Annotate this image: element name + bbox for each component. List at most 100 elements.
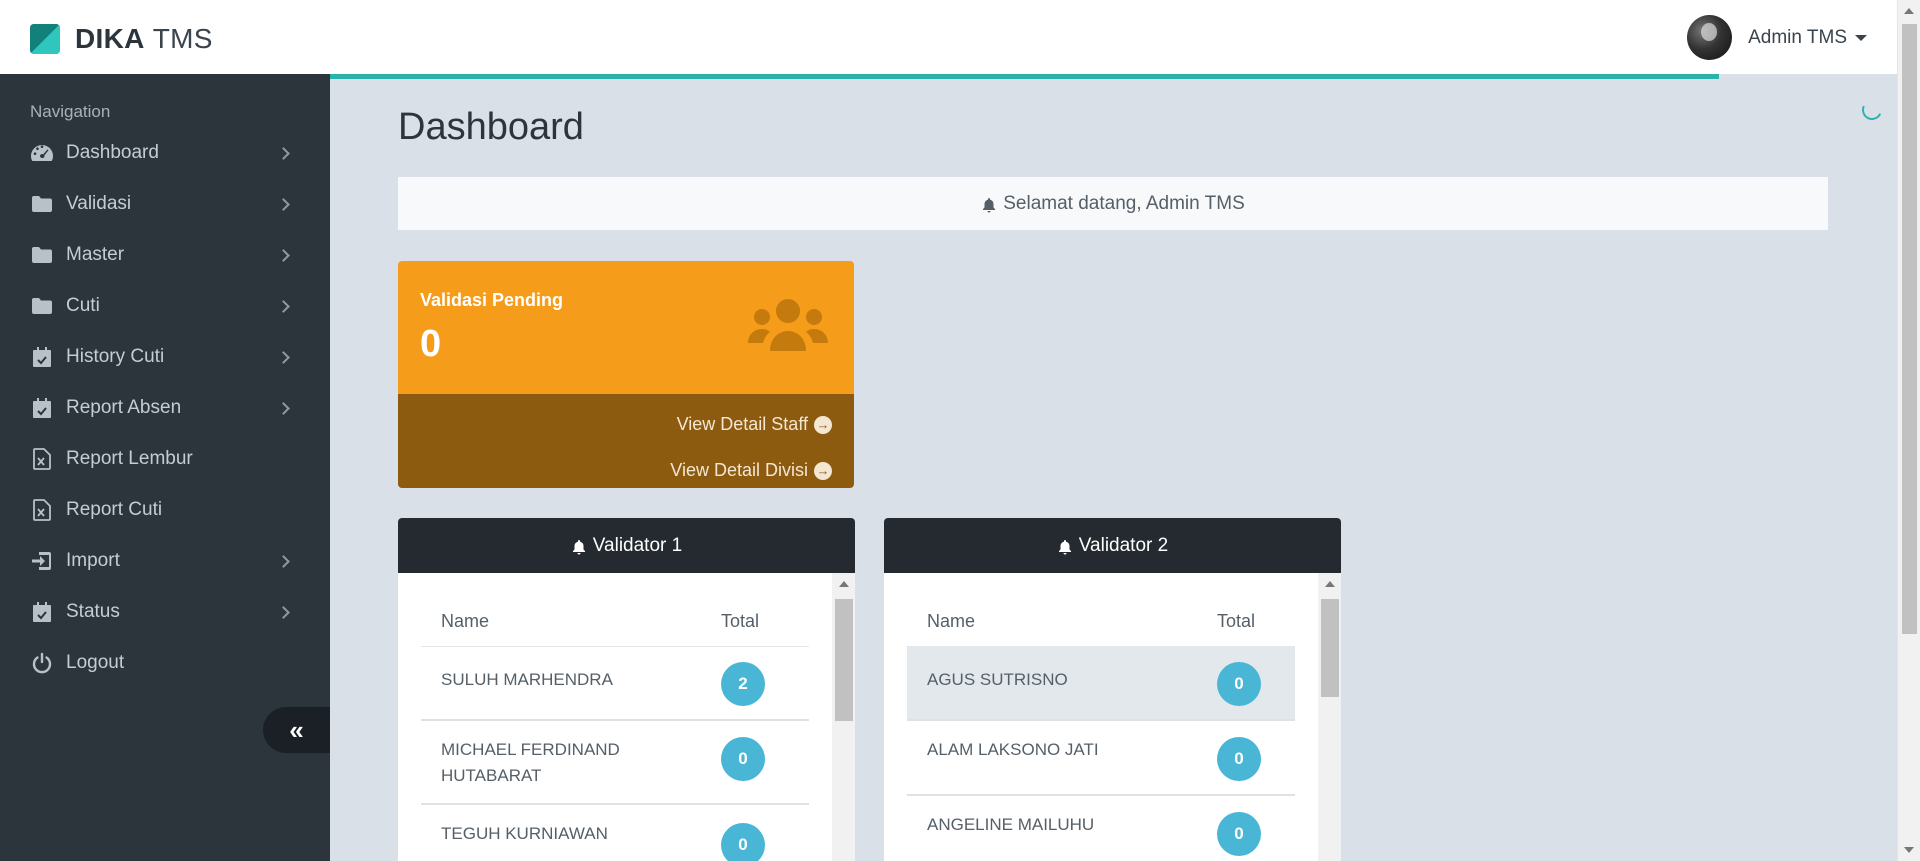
sidebar-item-report-absen[interactable]: Report Absen (0, 384, 330, 432)
page-load-progress-bar (330, 74, 1719, 79)
table-row[interactable]: AGUS SUTRISNO 0 (907, 647, 1295, 721)
validator-2-panel: Validator 2 Name Total AGUS SUTRISNO 0 A… (884, 518, 1341, 861)
brand-logo[interactable]: DIKA TMS (30, 23, 213, 55)
row-name: ANGELINE MAILUHU (927, 815, 1095, 834)
chevron-right-icon (277, 299, 290, 313)
scrollbar-thumb[interactable] (1902, 24, 1917, 634)
sidebar-item-label: Dashboard (66, 142, 159, 163)
total-badge: 2 (721, 662, 765, 706)
calendar-check-icon (30, 345, 54, 369)
table-header: Name Total (907, 595, 1295, 647)
user-name[interactable]: Admin TMS (1748, 27, 1847, 49)
sidebar-item-cuti[interactable]: Cuti (0, 282, 330, 330)
page-title: Dashboard (398, 106, 584, 148)
sidebar-item-master[interactable]: Master (0, 231, 330, 279)
bell-icon (571, 539, 585, 554)
chevron-right-icon (277, 605, 290, 619)
sidebar-item-label: Report Absen (66, 397, 182, 418)
sidebar-item-history-cuti[interactable]: History Cuti (0, 333, 330, 381)
panel-header: Validator 1 (398, 518, 855, 573)
table-row[interactable]: SULUH MARHENDRA 2 (421, 647, 809, 721)
welcome-alert: Selamat datang, Admin TMS (398, 177, 1828, 230)
scroll-up-arrow-icon[interactable] (839, 581, 849, 587)
table-header: Name Total (421, 595, 809, 647)
total-badge: 0 (721, 737, 765, 781)
sidebar-collapse-button[interactable]: « (263, 707, 330, 753)
panel-body[interactable]: Name Total SULUH MARHENDRA 2 MICHAEL FER… (398, 573, 855, 861)
chevron-right-icon (277, 197, 290, 211)
column-header-total: Total (1217, 611, 1256, 631)
user-menu[interactable]: Admin TMS (1687, 15, 1867, 60)
table-row[interactable]: TEGUH KURNIAWAN 0 (421, 805, 809, 861)
sidebar: Navigation Dashboard Validasi Master Cut… (0, 74, 330, 861)
sidebar-item-import[interactable]: Import (0, 537, 330, 585)
stat-card-footer: View Detail Staff → View Detail Divisi → (398, 394, 854, 488)
sidebar-item-logout[interactable]: Logout (0, 639, 330, 687)
logo-icon (30, 24, 60, 54)
avatar[interactable] (1687, 15, 1733, 60)
total-badge: 0 (1217, 662, 1261, 706)
scrollbar-thumb[interactable] (1321, 599, 1339, 697)
brand-name: DIKA TMS (75, 23, 213, 54)
link-label: View Detail Divisi (670, 460, 808, 480)
chevron-right-icon (277, 350, 290, 364)
sidebar-item-status[interactable]: Status (0, 588, 330, 636)
column-header-total: Total (721, 611, 760, 631)
row-name: MICHAEL FERDINAND HUTABARAT (441, 740, 620, 785)
caret-down-icon[interactable] (1855, 34, 1867, 41)
folder-icon (30, 294, 54, 318)
panel-title: Validator 1 (592, 534, 683, 556)
folder-icon (30, 243, 54, 267)
arrow-circle-right-icon: → (814, 415, 832, 434)
validator-1-panel: Validator 1 Name Total SULUH MARHENDRA 2… (398, 518, 855, 861)
sidebar-item-dashboard[interactable]: Dashboard (0, 129, 330, 177)
sidebar-item-label: Import (66, 550, 120, 571)
sidebar-item-label: Validasi (66, 193, 132, 214)
scroll-up-arrow-icon[interactable] (1325, 581, 1335, 587)
sidebar-item-label: Status (66, 601, 120, 622)
link-label: View Detail Staff (676, 414, 808, 434)
total-badge: 0 (1217, 737, 1261, 781)
table-row[interactable]: ANGELINE MAILUHU 0 (907, 796, 1295, 861)
row-name: SULUH MARHENDRA (441, 670, 613, 689)
folder-icon (30, 192, 54, 216)
calendar-check-icon (30, 396, 54, 420)
stat-title: Validasi Pending (420, 290, 564, 310)
bell-icon (1057, 539, 1071, 554)
sidebar-item-report-cuti[interactable]: Report Cuti (0, 486, 330, 534)
total-badge: 0 (1217, 812, 1261, 856)
scrollbar-thumb[interactable] (835, 599, 853, 721)
total-badge: 0 (721, 823, 765, 861)
chevron-right-icon (277, 146, 290, 160)
sidebar-item-label: Cuti (66, 295, 100, 316)
column-header-name: Name (441, 611, 490, 631)
page-scrollbar[interactable] (1897, 0, 1920, 861)
panel-header: Validator 2 (884, 518, 1341, 573)
file-excel-icon (30, 498, 54, 522)
validator-table: Name Total AGUS SUTRISNO 0 ALAM LAKSONO … (907, 595, 1295, 861)
arrow-circle-right-icon: → (814, 461, 832, 480)
view-detail-staff-link[interactable]: View Detail Staff → (677, 414, 832, 435)
power-icon (30, 651, 54, 675)
double-chevron-left-icon: « (289, 714, 304, 745)
panel-scrollbar[interactable] (832, 573, 855, 861)
sidebar-item-validasi[interactable]: Validasi (0, 180, 330, 228)
stat-card-top: Validasi Pending 0 (398, 261, 854, 394)
panel-scrollbar[interactable] (1318, 573, 1341, 861)
scroll-up-arrow-icon[interactable] (1904, 8, 1914, 14)
sidebar-item-report-lembur[interactable]: Report Lembur (0, 435, 330, 483)
sidebar-item-label: History Cuti (66, 346, 165, 367)
chevron-right-icon (277, 401, 290, 415)
stat-card-validasi-pending: Validasi Pending 0 View Detail Staff → V… (398, 261, 854, 488)
view-detail-divisi-link[interactable]: View Detail Divisi → (670, 460, 832, 481)
alert-text: Selamat datang, Admin TMS (1003, 192, 1245, 214)
panel-body[interactable]: Name Total AGUS SUTRISNO 0 ALAM LAKSONO … (884, 573, 1341, 861)
table-row[interactable]: ALAM LAKSONO JATI 0 (907, 721, 1295, 796)
sidebar-item-label: Report Lembur (66, 448, 193, 469)
table-row[interactable]: MICHAEL FERDINAND HUTABARAT 0 (421, 721, 809, 805)
calendar-check-icon (30, 600, 54, 624)
loading-spinner-icon (1859, 97, 1885, 123)
scroll-down-arrow-icon[interactable] (1904, 847, 1914, 853)
validator-table: Name Total SULUH MARHENDRA 2 MICHAEL FER… (421, 595, 809, 861)
row-name: ALAM LAKSONO JATI (927, 740, 1099, 759)
